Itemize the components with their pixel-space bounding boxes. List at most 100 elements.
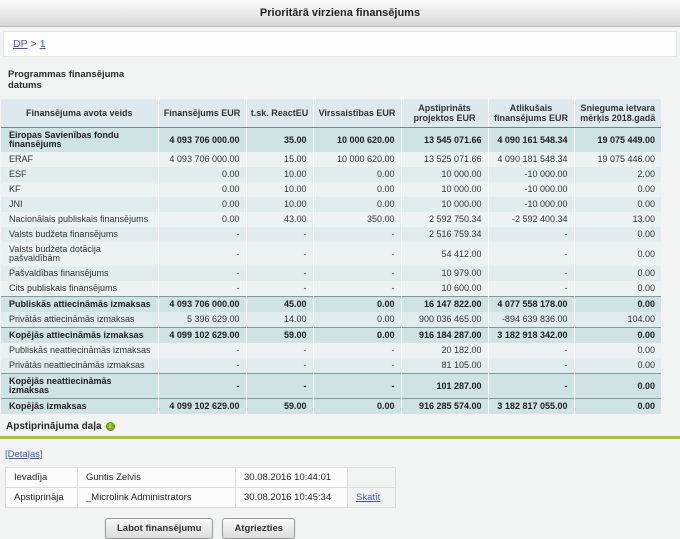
- cell-value: 10 000.00: [401, 167, 488, 182]
- action-buttons: Labot finansējumu Atgriezties: [5, 518, 395, 539]
- breadcrumb-link-dp[interactable]: DP: [13, 38, 28, 50]
- row-label: KF: [1, 182, 158, 197]
- cell-value: 4 099 102 629.00: [158, 399, 246, 415]
- table-row: Kopējās neattiecināmās izmaksas---101 28…: [1, 374, 661, 399]
- details-link[interactable]: [Detaļas]: [5, 449, 43, 460]
- row-label: Cits publiskais finansējums: [1, 281, 158, 297]
- cell-value: 45.00: [246, 297, 313, 313]
- cell-value: 2.00: [574, 167, 661, 182]
- cell-value: 0.00: [574, 374, 661, 399]
- cell-value: 0.00: [574, 266, 661, 281]
- cell-value: -: [158, 227, 246, 242]
- row-label: Privātās attiecināmās izmaksas: [1, 312, 158, 328]
- cell-value: -: [488, 343, 574, 358]
- view-link[interactable]: Skatīt: [356, 492, 380, 503]
- row-label: Kopējās neattiecināmās izmaksas: [1, 374, 158, 399]
- cell-value: 5 396 629.00: [158, 312, 246, 328]
- cell-value: 59.00: [246, 399, 313, 415]
- column-header: Virssaistības EUR: [313, 99, 401, 128]
- cell-value: 0.00: [313, 297, 401, 313]
- cell-value: 104.00: [574, 312, 661, 328]
- approval-cell: Apstiprināja: [6, 488, 78, 508]
- cell-value: 0.00: [313, 328, 401, 344]
- funding-table-header-row: Finansējuma avota veidsFinansējums EURt.…: [1, 99, 661, 128]
- breadcrumb: DP>1: [3, 31, 677, 57]
- cell-value: 81 105.00: [401, 358, 488, 374]
- cell-value: 35.00: [246, 128, 313, 153]
- cell-value: 4 099 102 629.00: [158, 328, 246, 344]
- approval-row: Apstiprināja_Microlink Administrators30.…: [6, 488, 396, 508]
- cell-value: 59.00: [246, 328, 313, 344]
- cell-value: 10 600.00: [401, 281, 488, 297]
- window-titlebar: Prioritārā virziena finansējums: [0, 0, 680, 27]
- row-label: Publiskās neattiecināmās izmaksas: [1, 343, 158, 358]
- table-row: Nacionālais publiskais finansējums0.0043…: [1, 212, 661, 227]
- cell-value: -: [158, 374, 246, 399]
- cell-value: 10 000 620.00: [313, 128, 401, 153]
- cell-value: -: [488, 358, 574, 374]
- cell-value: 4 090 181 548.34: [488, 152, 574, 167]
- approval-footer: [Detaļas] IevadījaGuntis Zelvis30.08.201…: [0, 439, 680, 539]
- row-label: Nacionālais publiskais finansējums: [1, 212, 158, 227]
- cell-value: -: [488, 227, 574, 242]
- cell-value: 0.00: [574, 399, 661, 415]
- cell-value: 0.00: [313, 312, 401, 328]
- approval-link-cell: [348, 468, 396, 488]
- cell-value: 13 525 071.66: [401, 152, 488, 167]
- row-label: Kopējās izmaksas: [1, 399, 158, 415]
- table-row: Publiskās neattiecināmās izmaksas---20 1…: [1, 343, 661, 358]
- cell-value: -2 592 400.34: [488, 212, 574, 227]
- column-header: Snieguma ietvara mērķis 2018.gadā: [574, 99, 661, 128]
- cell-value: 916 184 287.00: [401, 328, 488, 344]
- cell-value: -: [313, 374, 401, 399]
- cell-value: -: [246, 343, 313, 358]
- cell-value: -: [246, 358, 313, 374]
- cell-value: -: [488, 374, 574, 399]
- cell-value: -894 639 836.00: [488, 312, 574, 328]
- cell-value: -: [313, 358, 401, 374]
- cell-value: -10 000.00: [488, 182, 574, 197]
- cell-value: 4 093 706 000.00: [158, 128, 246, 153]
- breadcrumb-link-1[interactable]: 1: [40, 38, 46, 50]
- page: Prioritārā virziena finansējums DP>1 Pro…: [0, 0, 680, 539]
- cell-value: 0.00: [574, 343, 661, 358]
- cell-value: 4 090 161 548.34: [488, 128, 574, 153]
- cell-value: -: [158, 343, 246, 358]
- cell-value: 10.00: [246, 182, 313, 197]
- program-funding-date-label: Programmas finansējuma datums: [8, 69, 148, 91]
- cell-value: -: [246, 374, 313, 399]
- cell-value: 0.00: [313, 182, 401, 197]
- table-row: Eiropas Savienības fondu finansējums4 09…: [1, 128, 661, 153]
- table-row: KF0.0010.000.0010 000.00-10 000.000.00: [1, 182, 661, 197]
- table-row: JNI0.0010.000.0010 000.00-10 000.000.00: [1, 197, 661, 212]
- cell-value: -: [313, 242, 401, 266]
- cell-value: 0.00: [313, 167, 401, 182]
- row-label: Eiropas Savienības fondu finansējums: [1, 128, 158, 153]
- cell-value: 13.00: [574, 212, 661, 227]
- edit-funding-button[interactable]: Labot finansējumu: [105, 518, 213, 539]
- cell-value: 0.00: [574, 242, 661, 266]
- column-header: Finansējums EUR: [158, 99, 246, 128]
- cell-value: -: [246, 227, 313, 242]
- cell-value: 54 412.00: [401, 242, 488, 266]
- row-label: ESF: [1, 167, 158, 182]
- cell-value: -: [488, 281, 574, 297]
- cell-value: 4 077 558 178.00: [488, 297, 574, 313]
- approval-link-cell: Skatīt: [348, 488, 396, 508]
- back-button[interactable]: Atgriezties: [222, 518, 295, 539]
- cell-value: 16 147 822.00: [401, 297, 488, 313]
- cell-value: 350.00: [313, 212, 401, 227]
- cell-value: -: [488, 266, 574, 281]
- cell-value: 4 093 706 000.00: [158, 297, 246, 313]
- cell-value: 0.00: [574, 297, 661, 313]
- cell-value: 14.00: [246, 312, 313, 328]
- cell-value: -: [158, 358, 246, 374]
- table-row: Cits publiskais finansējums---10 600.00-…: [1, 281, 661, 297]
- info-icon[interactable]: i: [106, 422, 115, 431]
- row-label: Valsts budžeta dotācija pašvaldībām: [1, 242, 158, 266]
- cell-value: 3 182 918 342.00: [488, 328, 574, 344]
- cell-value: -: [246, 266, 313, 281]
- cell-value: 0.00: [158, 167, 246, 182]
- cell-value: 43.00: [246, 212, 313, 227]
- row-label: Privātās neattiecināmās izmaksas: [1, 358, 158, 374]
